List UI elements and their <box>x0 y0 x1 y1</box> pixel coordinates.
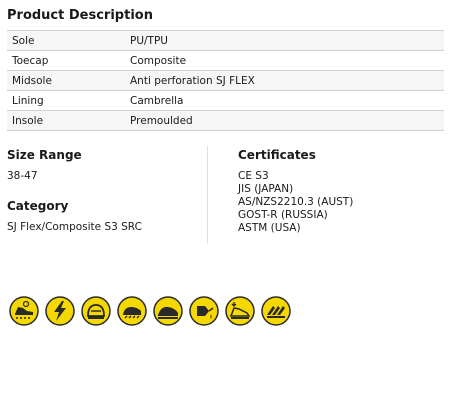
spec-value: PU/TPU <box>125 30 444 51</box>
anti-slip-icon <box>9 296 39 326</box>
column-divider <box>207 146 208 244</box>
spec-value: Anti perforation SJ FLEX <box>125 70 444 91</box>
certificate-item: ASTM (USA) <box>238 222 301 234</box>
spec-table: Sole PU/TPU Toecap Composite Midsole Ant… <box>7 30 444 131</box>
size-range-heading: Size Range <box>7 148 82 162</box>
info-columns: Size Range 38-47 Category SJ Flex/Compos… <box>7 146 444 246</box>
oil-resistant-icon <box>189 296 219 326</box>
certificate-item: CE S3 <box>238 170 269 182</box>
anti-perforation-icon <box>117 296 147 326</box>
product-panel: Product Description Sole PU/TPU Toecap C… <box>7 6 444 244</box>
certificate-item: AS/NZS2210.3 (AUST) <box>238 196 354 208</box>
certificate-item: GOST-R (RUSSIA) <box>238 209 328 221</box>
spec-value: Cambrella <box>125 90 444 111</box>
spec-label: Lining <box>7 90 125 111</box>
spec-label: Midsole <box>7 70 125 91</box>
table-row: Midsole Anti perforation SJ FLEX <box>7 70 444 91</box>
slip-resistant-icon <box>261 296 291 326</box>
spec-label: Toecap <box>7 50 125 71</box>
spec-label: Insole <box>7 110 125 131</box>
spec-label: Sole <box>7 30 125 51</box>
right-column: Certificates CE S3 JIS (JAPAN) AS/NZS221… <box>238 146 438 235</box>
spec-value: Premoulded <box>125 110 444 131</box>
table-row: Sole PU/TPU <box>7 30 444 51</box>
table-row: Lining Cambrella <box>7 90 444 111</box>
safety-toe-cap-icon <box>153 296 183 326</box>
table-row: Toecap Composite <box>7 50 444 71</box>
spec-value: Composite <box>125 50 444 71</box>
certificate-item: JIS (JAPAN) <box>238 183 294 195</box>
steel-toe-icon <box>81 296 111 326</box>
left-column: Size Range 38-47 Category SJ Flex/Compos… <box>7 146 207 234</box>
category-heading: Category <box>7 199 69 213</box>
product-description-heading: Product Description <box>7 8 153 23</box>
category-value: SJ Flex/Composite S3 SRC <box>7 221 142 233</box>
heel-energy-absorption-icon <box>225 296 255 326</box>
size-range-value: 38-47 <box>7 170 38 182</box>
electrical-hazard-icon <box>45 296 75 326</box>
table-row: Insole Premoulded <box>7 110 444 131</box>
certificates-heading: Certificates <box>238 148 316 162</box>
